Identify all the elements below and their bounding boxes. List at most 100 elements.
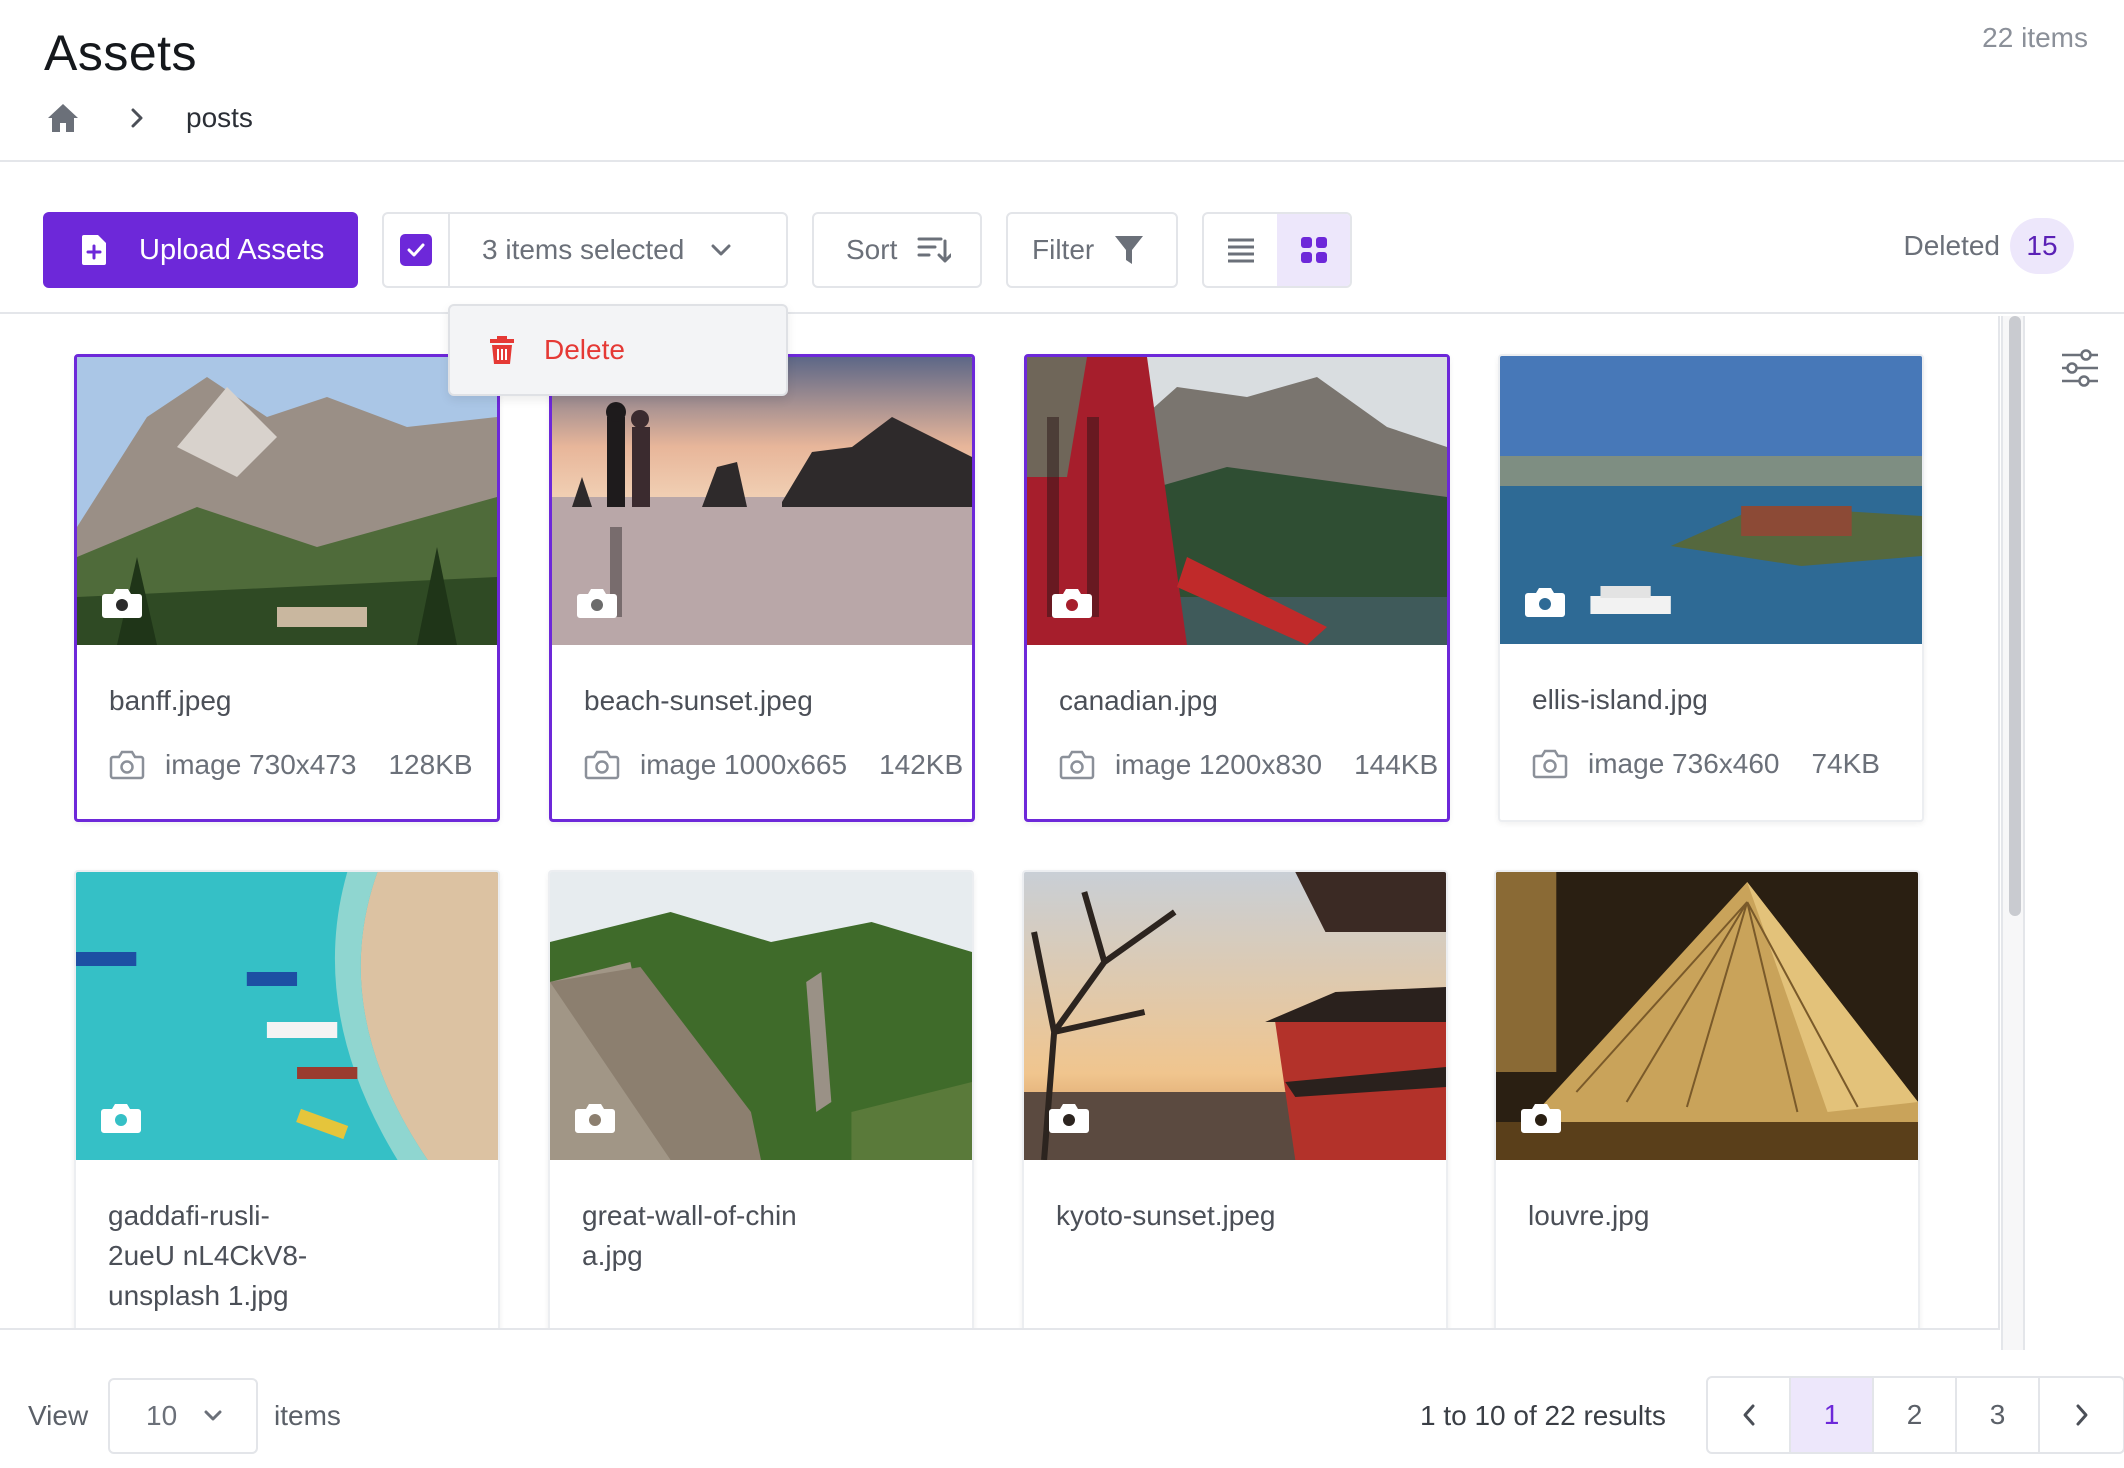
asset-card[interactable]: canadian.jpg image 1200x830 144KB	[1024, 354, 1450, 822]
camera-icon	[101, 1104, 141, 1133]
pagination-footer: View 10 items 1 to 10 of 22 results 1 2 …	[0, 1352, 2124, 1468]
toolbar: Upload Assets 3 items selected Sort Filt…	[0, 164, 2124, 314]
grid-icon	[1300, 237, 1327, 263]
filter-label: Filter	[1032, 234, 1095, 265]
asset-thumbnail	[1027, 357, 1447, 645]
asset-meta: image 736x460 74KB	[1500, 720, 1922, 780]
filter-button[interactable]: Filter	[1006, 212, 1178, 288]
selection-count-label: 3 items selected	[482, 234, 685, 265]
camera-outline-icon	[1059, 750, 1095, 780]
per-page-select[interactable]: 10	[108, 1378, 258, 1454]
asset-size: 128KB	[388, 749, 473, 780]
asset-filename: beach-sunset.jpeg	[584, 685, 813, 716]
home-icon[interactable]	[44, 99, 82, 137]
asset-filename: gaddafi-rusli-2ueU nL4CkV8-unsplash 1.jp…	[108, 1200, 308, 1311]
results-summary: 1 to 10 of 22 results	[1420, 1400, 1666, 1431]
camera-icon	[577, 589, 617, 618]
asset-grid: banff.jpeg image 730x473 128KB beach-sun…	[0, 316, 2000, 1330]
asset-dimensions: 1200x830	[1199, 749, 1323, 780]
grid-view-toggle[interactable]	[1277, 214, 1350, 286]
asset-card[interactable]: ellis-island.jpg image 736x460 74KB	[1498, 354, 1924, 822]
asset-filename: canadian.jpg	[1059, 685, 1218, 716]
scrollbar-thumb[interactable]	[2009, 316, 2021, 916]
bulk-actions-dropdown[interactable]: 3 items selected	[450, 214, 786, 286]
page-3-button[interactable]: 3	[1957, 1378, 2040, 1452]
pagination: 1 2 3	[1706, 1376, 2124, 1454]
camera-icon	[1049, 1104, 1089, 1133]
deleted-link[interactable]: Deleted 15	[1903, 218, 2074, 274]
chevron-down-icon	[203, 1410, 223, 1422]
chevron-down-icon	[710, 243, 732, 257]
asset-card[interactable]: louvre.jpg	[1494, 870, 1920, 1328]
asset-type: image	[1115, 749, 1192, 780]
asset-thumbnail	[76, 872, 498, 1160]
asset-thumbnail	[552, 357, 972, 645]
asset-size: 74KB	[1811, 748, 1880, 779]
file-plus-icon	[81, 233, 111, 267]
asset-filename: ellis-island.jpg	[1532, 684, 1708, 715]
chevron-right-icon	[2076, 1404, 2087, 1426]
asset-thumbnail	[77, 357, 497, 645]
per-page-value: 10	[146, 1400, 178, 1431]
asset-thumbnail	[1496, 872, 1918, 1160]
delete-label: Delete	[544, 334, 625, 365]
asset-card[interactable]: banff.jpeg image 730x473 128KB	[74, 354, 500, 822]
page-2-button[interactable]: 2	[1874, 1378, 1957, 1452]
deleted-label: Deleted	[1903, 230, 2000, 261]
asset-type: image	[640, 749, 717, 780]
selection-control: 3 items selected	[382, 212, 788, 288]
trash-icon	[488, 334, 516, 366]
asset-thumbnail	[1500, 356, 1922, 644]
page-1-button[interactable]: 1	[1791, 1378, 1874, 1452]
items-label: items	[274, 1400, 341, 1431]
delete-menu-item[interactable]: Delete	[448, 304, 788, 396]
asset-type: image	[1588, 748, 1665, 779]
page-title: Assets	[44, 25, 198, 81]
page-header: Assets 22 items posts	[0, 0, 2124, 162]
list-view-toggle[interactable]	[1204, 214, 1277, 286]
asset-filename: louvre.jpg	[1528, 1200, 1650, 1231]
asset-card[interactable]: beach-sunset.jpeg image 1000x665 142KB	[549, 354, 975, 822]
upload-assets-button[interactable]: Upload Assets	[43, 212, 358, 288]
asset-dimensions: 730x473	[249, 749, 357, 780]
breadcrumb: posts	[44, 96, 253, 140]
sort-icon	[917, 235, 952, 265]
next-page-button[interactable]	[2040, 1378, 2123, 1452]
asset-dimensions: 1000x665	[724, 749, 848, 780]
sort-button[interactable]: Sort	[812, 212, 982, 288]
asset-size: 142KB	[879, 749, 964, 780]
scrollbar[interactable]	[2001, 316, 2023, 1350]
select-all-checkbox[interactable]	[400, 234, 432, 266]
sort-label: Sort	[846, 234, 898, 265]
asset-meta: image 1200x830 144KB	[1027, 721, 1447, 781]
chevron-left-icon	[1743, 1404, 1754, 1426]
breadcrumb-item-posts[interactable]: posts	[186, 102, 253, 134]
asset-size: 144KB	[1354, 749, 1439, 780]
select-all-checkbox-wrap[interactable]	[384, 214, 450, 286]
camera-icon	[1521, 1104, 1561, 1133]
camera-icon	[575, 1104, 615, 1133]
asset-card[interactable]: kyoto-sunset.jpeg	[1022, 870, 1448, 1328]
asset-thumbnail	[1024, 872, 1446, 1160]
asset-meta: image 1000x665 142KB	[552, 721, 972, 781]
asset-card[interactable]: gaddafi-rusli-2ueU nL4CkV8-unsplash 1.jp…	[74, 870, 500, 1328]
funnel-icon	[1114, 234, 1144, 266]
list-icon	[1227, 238, 1254, 263]
camera-icon	[1052, 589, 1092, 618]
upload-assets-label: Upload Assets	[139, 233, 325, 266]
view-label: View	[28, 1400, 89, 1431]
asset-filename: banff.jpeg	[109, 685, 232, 716]
asset-type: image	[165, 749, 242, 780]
prev-page-button[interactable]	[1708, 1378, 1791, 1452]
view-toggle	[1202, 212, 1352, 288]
asset-card[interactable]: great-wall-of-chin a.jpg	[548, 870, 974, 1328]
side-panel-divider	[2023, 316, 2025, 1350]
deleted-count-badge: 15	[2010, 218, 2074, 274]
asset-filename: kyoto-sunset.jpeg	[1056, 1200, 1276, 1231]
camera-icon	[102, 589, 142, 618]
sliders-icon[interactable]	[2058, 346, 2102, 390]
item-count: 22 items	[1982, 22, 2088, 53]
asset-meta: image 730x473 128KB	[77, 721, 497, 781]
camera-outline-icon	[584, 750, 620, 780]
asset-thumbnail	[550, 872, 972, 1160]
